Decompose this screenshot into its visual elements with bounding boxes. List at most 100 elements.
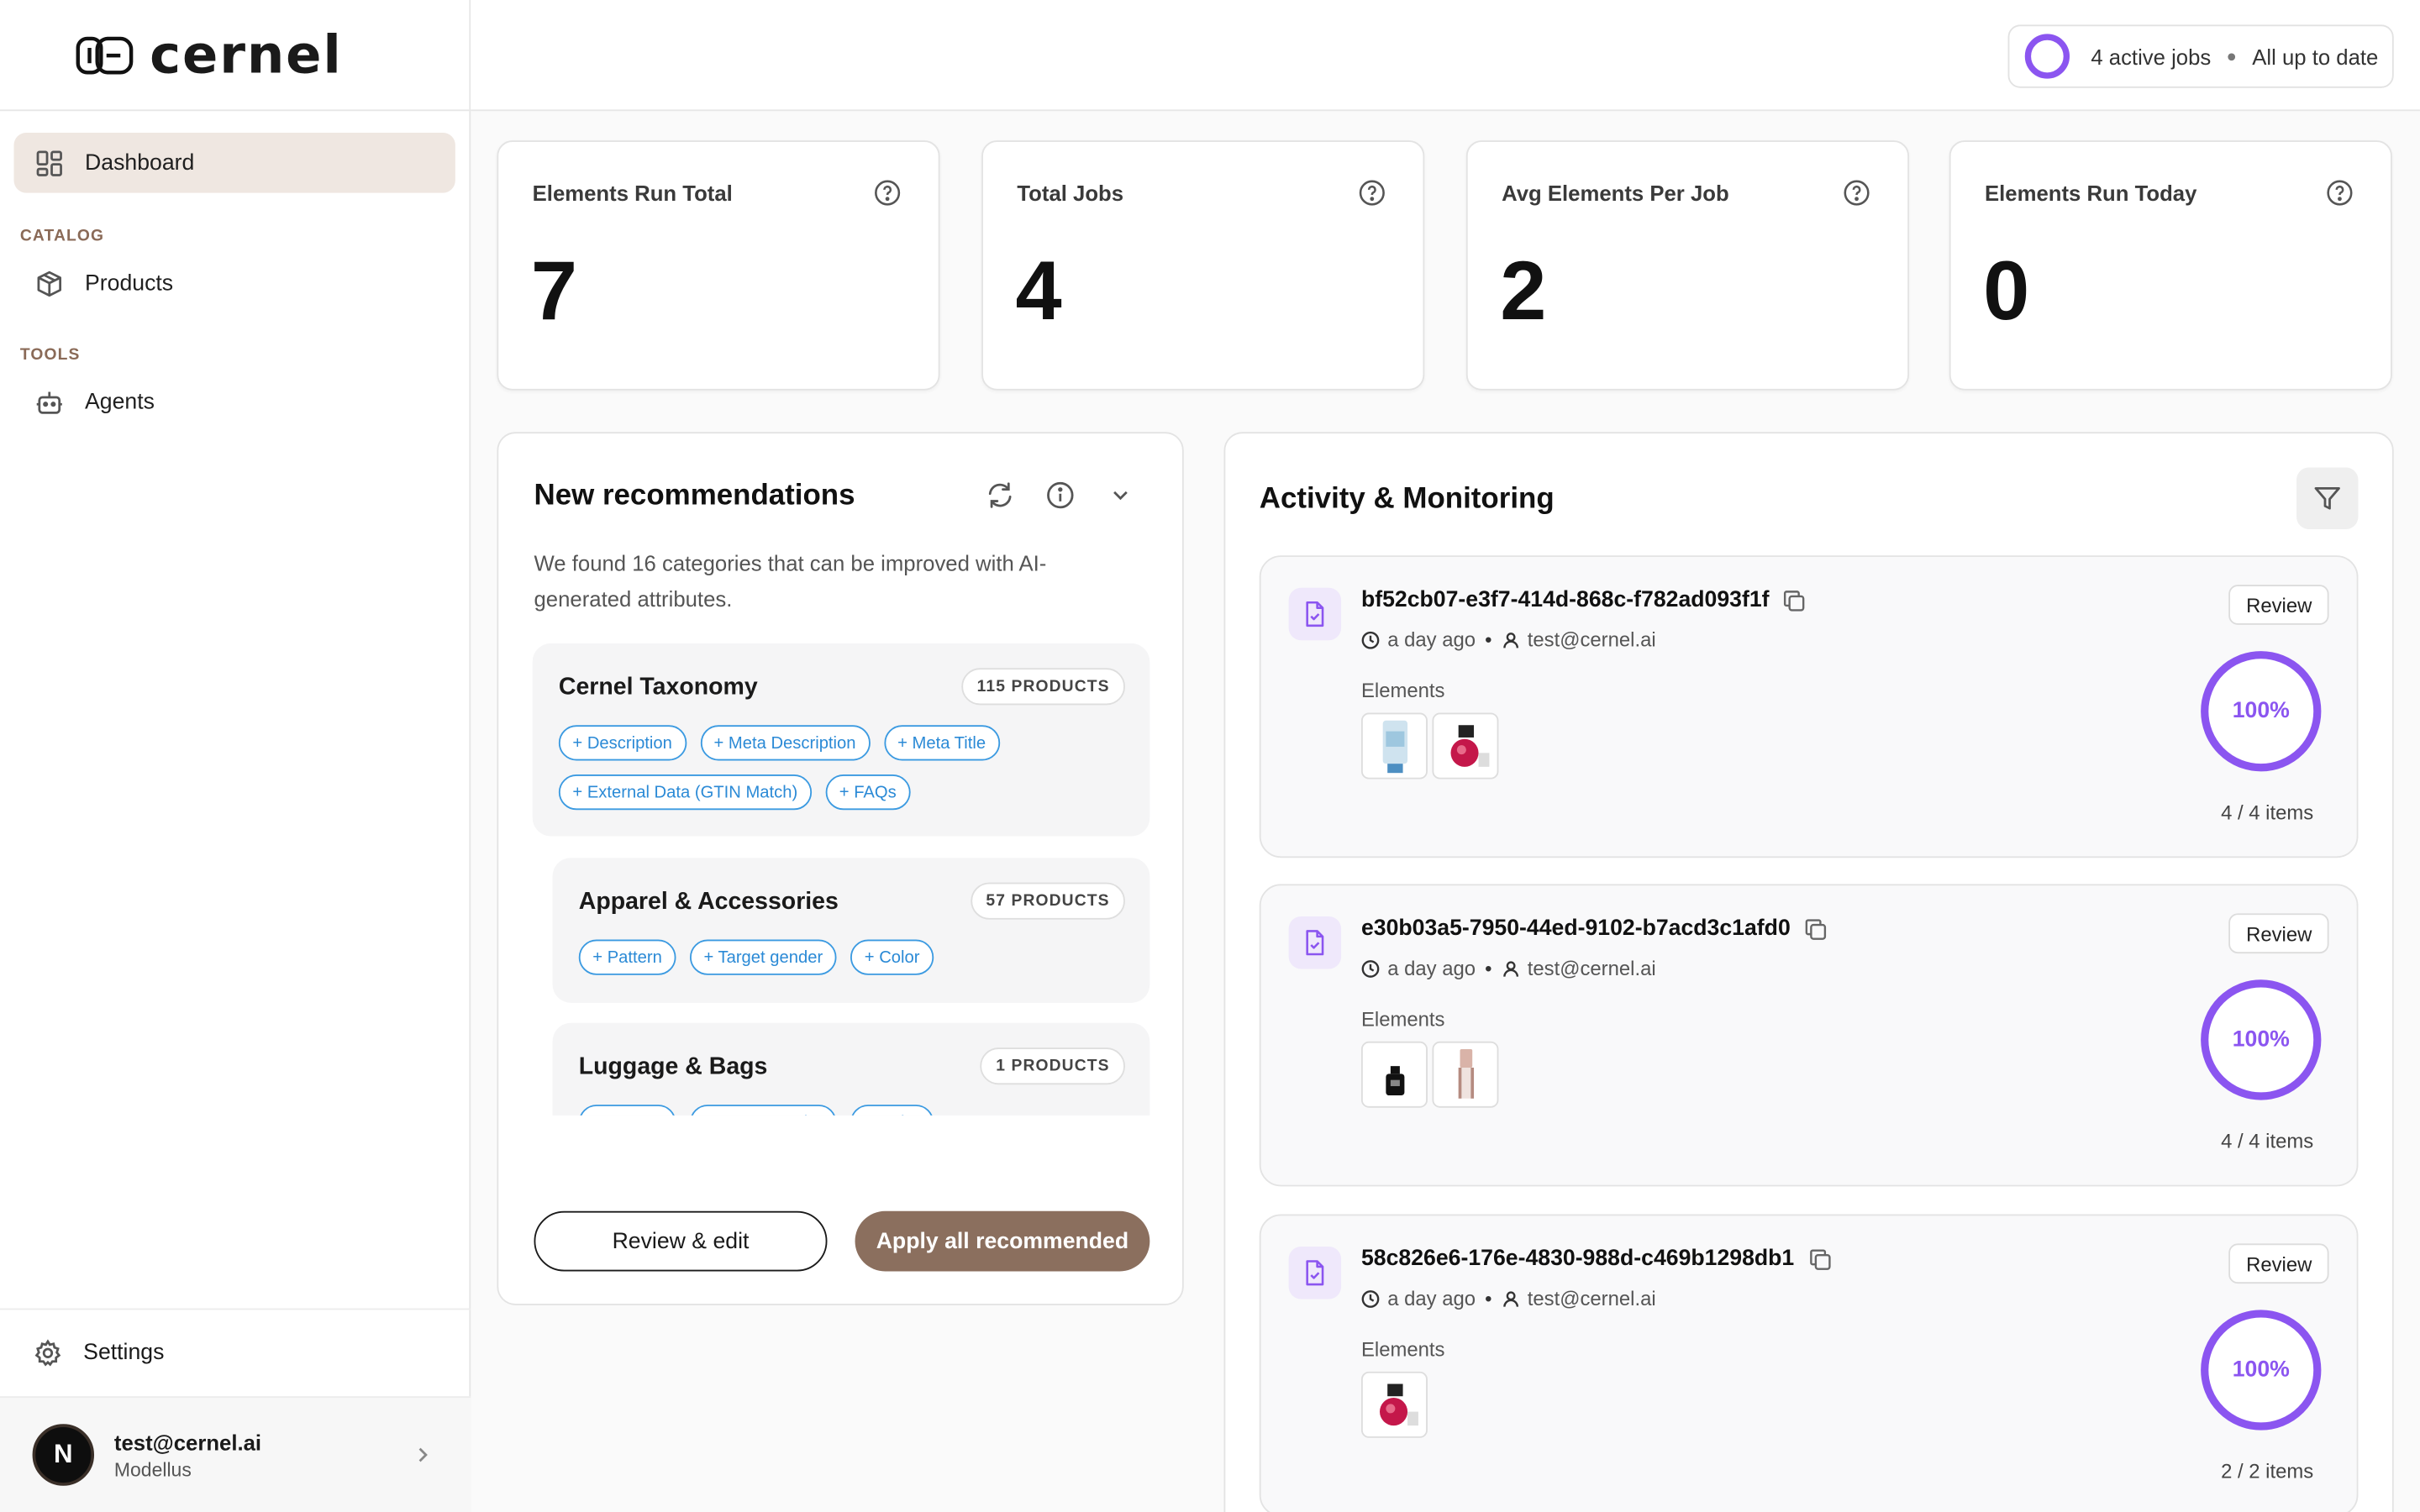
copy-icon[interactable] xyxy=(1808,1247,1832,1271)
filter-icon xyxy=(2312,483,2343,514)
help-icon[interactable] xyxy=(2326,179,2354,207)
job-card[interactable]: 58c826e6-176e-4830-988d-c469b1298db1 a d… xyxy=(1259,1214,2359,1512)
gear-icon xyxy=(34,1339,61,1367)
stat-card-elements-run-today: Elements Run Today 0 xyxy=(1949,140,2392,391)
job-card[interactable]: bf52cb07-e3f7-414d-868c-f782ad093f1f a d… xyxy=(1259,555,2359,858)
progress-ring: 100% xyxy=(2201,1310,2322,1431)
stat-card-avg-elements-per-job: Avg Elements Per Job 2 xyxy=(1465,140,1909,391)
apply-all-button[interactable]: Apply all recommended xyxy=(855,1210,1150,1272)
help-icon[interactable] xyxy=(874,179,902,207)
job-user: test@cernel.ai xyxy=(1527,1286,1656,1310)
attribute-tag[interactable]: + Target gender xyxy=(689,939,837,975)
items-count: 4 / 4 items xyxy=(2221,1129,2314,1153)
copy-icon[interactable] xyxy=(1783,589,1807,612)
product-count-badge: 57 PRODUCTS xyxy=(971,882,1125,920)
attribute-tag[interactable]: + External Data (GTIN Match) xyxy=(558,774,812,811)
stat-label: Elements Run Today xyxy=(1984,180,2197,206)
robot-icon xyxy=(35,388,63,416)
job-id: e30b03a5-7950-44ed-9102-b7acd3c1afd0 xyxy=(1360,916,1791,942)
job-user: test@cernel.ai xyxy=(1527,627,1656,652)
jobs-progress-ring-icon xyxy=(2024,34,2070,79)
job-time: a day ago xyxy=(1387,956,1476,980)
user-icon xyxy=(1502,1289,1520,1308)
sidebar: cernel Dashboard CATALOG Products TOOLS xyxy=(0,0,471,1512)
category-card[interactable]: Luggage & Bags 1 PRODUCTS + Pattern + Ta… xyxy=(552,1022,1150,1116)
separator-dot: • xyxy=(1485,1286,1492,1310)
sidebar-item-label: Products xyxy=(85,270,174,296)
stat-value: 4 xyxy=(1015,245,1062,339)
help-icon[interactable] xyxy=(1358,179,1386,207)
product-thumbnail-perfume[interactable] xyxy=(1432,712,1499,780)
chevron-right-icon xyxy=(415,1444,430,1466)
product-thumbnail-tube[interactable] xyxy=(1360,712,1428,780)
document-check-icon xyxy=(1288,587,1342,641)
progress-ring: 100% xyxy=(2201,651,2322,772)
dashboard-icon xyxy=(35,149,63,176)
stat-card-total-jobs: Total Jobs 4 xyxy=(981,140,1425,391)
stat-value: 7 xyxy=(530,245,578,339)
attribute-tag[interactable]: + Color xyxy=(850,1105,934,1116)
separator-dot: • xyxy=(1485,956,1492,980)
filter-button[interactable] xyxy=(2296,467,2359,529)
sidebar-item-label: Dashboard xyxy=(85,150,195,176)
help-icon[interactable] xyxy=(1843,179,1870,207)
top-bar: 4 active jobs ● All up to date xyxy=(471,0,2420,112)
clock-icon xyxy=(1361,630,1380,648)
user-icon xyxy=(1502,630,1520,648)
product-thumbnail-lipstick[interactable] xyxy=(1432,1041,1499,1108)
stat-value: 2 xyxy=(1500,245,1547,339)
stat-card-elements-run-total: Elements Run Total 7 xyxy=(497,140,940,391)
category-name: Apparel & Accessories xyxy=(578,888,839,916)
chevron-down-icon[interactable] xyxy=(1105,480,1136,511)
active-jobs-indicator[interactable]: 4 active jobs ● All up to date xyxy=(2007,24,2394,88)
product-count-badge: 1 PRODUCTS xyxy=(980,1047,1125,1085)
clock-icon xyxy=(1361,959,1380,978)
copy-icon[interactable] xyxy=(1804,917,1828,941)
logo[interactable]: cernel xyxy=(0,0,470,112)
sidebar-item-agents[interactable]: Agents xyxy=(14,372,455,433)
user-menu[interactable]: N test@cernel.ai Modellus xyxy=(0,1396,471,1512)
review-button[interactable]: Review xyxy=(2228,585,2329,625)
attribute-tag[interactable]: + Description xyxy=(558,725,687,761)
attribute-tag[interactable]: + Meta Description xyxy=(699,725,871,761)
sidebar-item-dashboard[interactable]: Dashboard xyxy=(13,132,455,193)
jobs-status: All up to date xyxy=(2252,44,2379,69)
clock-icon xyxy=(1361,1289,1380,1308)
refresh-icon[interactable] xyxy=(985,480,1016,511)
attribute-tag[interactable]: + Pattern xyxy=(578,939,676,975)
avatar: N xyxy=(32,1424,95,1486)
product-thumbnail-bottle[interactable] xyxy=(1360,1041,1428,1108)
user-org: Modellus xyxy=(113,1458,192,1481)
category-card[interactable]: Cernel Taxonomy 115 PRODUCTS + Descripti… xyxy=(532,643,1150,837)
elements-label: Elements xyxy=(1360,1337,1445,1361)
stat-label: Elements Run Total xyxy=(532,180,733,206)
document-check-icon xyxy=(1288,1247,1342,1299)
attribute-tag[interactable]: + Pattern xyxy=(578,1105,676,1116)
recommendations-description: We found 16 categories that can be impro… xyxy=(534,550,1047,612)
category-name: Luggage & Bags xyxy=(578,1053,768,1080)
separator-dot: • xyxy=(1485,627,1492,652)
job-user: test@cernel.ai xyxy=(1527,956,1656,980)
review-button[interactable]: Review xyxy=(2228,1243,2329,1284)
product-thumbnail-perfume[interactable] xyxy=(1360,1371,1428,1438)
sidebar-item-settings[interactable]: Settings xyxy=(0,1308,471,1397)
logo-wordmark: cernel xyxy=(150,24,343,86)
separator-dot: ● xyxy=(2226,47,2237,66)
job-id: bf52cb07-e3f7-414d-868c-f782ad093f1f xyxy=(1360,587,1770,613)
tools-section-label: TOOLS xyxy=(19,345,81,365)
info-icon[interactable] xyxy=(1044,480,1076,511)
stat-label: Total Jobs xyxy=(1017,180,1124,206)
category-card[interactable]: Apparel & Accessories 57 PRODUCTS + Patt… xyxy=(552,858,1150,1003)
sidebar-item-products[interactable]: Products xyxy=(14,253,455,313)
review-button[interactable]: Review xyxy=(2228,913,2329,954)
attribute-tag[interactable]: + FAQs xyxy=(825,774,911,811)
review-edit-button[interactable]: Review & edit xyxy=(534,1210,828,1272)
attribute-tag[interactable]: + Target gender xyxy=(689,1105,837,1116)
sidebar-item-label: Agents xyxy=(85,389,155,415)
job-card[interactable]: e30b03a5-7950-44ed-9102-b7acd3c1afd0 a d… xyxy=(1259,884,2359,1187)
box-icon xyxy=(35,270,63,297)
job-time: a day ago xyxy=(1387,1286,1476,1310)
attribute-tag[interactable]: + Meta Title xyxy=(883,725,1000,761)
attribute-tag[interactable]: + Color xyxy=(850,939,934,975)
category-name: Cernel Taxonomy xyxy=(558,674,758,701)
